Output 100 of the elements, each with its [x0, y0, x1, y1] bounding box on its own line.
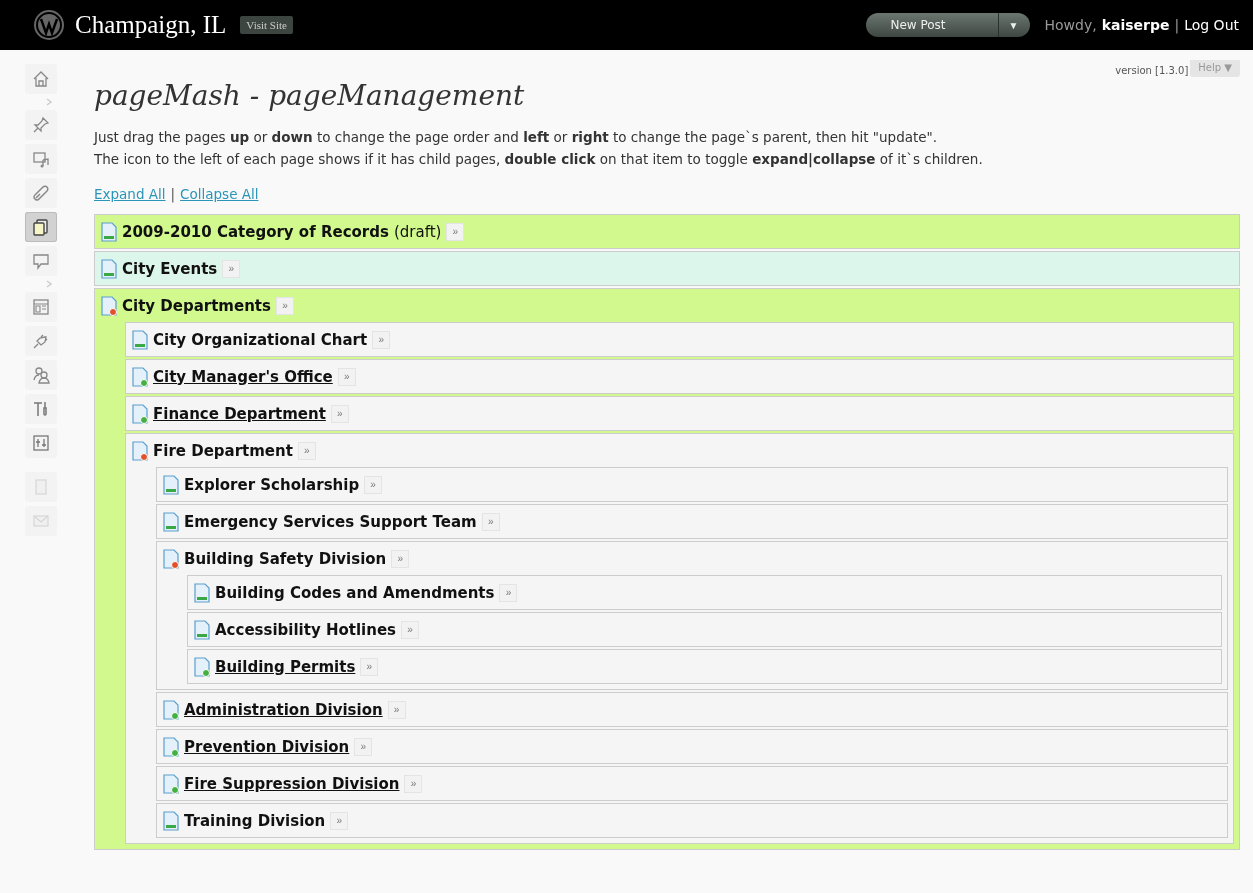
page-icon [193, 582, 211, 603]
page-row[interactable]: City Organizational Chart » [125, 322, 1234, 357]
page-with-plus-icon [162, 773, 180, 794]
page-with-plus-icon [131, 366, 149, 387]
page-title: Explorer Scholarship [184, 475, 360, 494]
more-button[interactable]: » [387, 700, 406, 719]
page-icon [100, 221, 118, 242]
more-button[interactable]: » [330, 811, 349, 830]
more-button[interactable]: » [372, 330, 391, 349]
page-title: Prevention Division [184, 737, 350, 756]
page-row[interactable]: Building Codes and Amendments » [187, 575, 1222, 610]
page-title: Accessibility Hotlines [215, 620, 396, 639]
layout-icon [31, 297, 51, 317]
page-title: Building Codes and Amendments [215, 583, 495, 602]
more-button[interactable]: » [404, 774, 423, 793]
page-row[interactable]: 2009-2010 Category of Records (draft) » [94, 214, 1240, 249]
separator: | [170, 186, 176, 202]
page-with-minus-icon [131, 440, 149, 461]
more-button[interactable]: » [222, 259, 241, 278]
dropdown-button[interactable]: ▼ [997, 13, 1031, 37]
page-with-plus-icon [193, 656, 211, 677]
page-row[interactable]: Fire Suppression Division » [156, 766, 1228, 801]
collapse-all-link[interactable]: Collapse All [180, 186, 259, 202]
page-row[interactable]: Finance Department » [125, 396, 1234, 431]
pages-icon [31, 217, 51, 237]
page-row[interactable]: Emergency Services Support Team » [156, 504, 1228, 539]
page-icon [162, 810, 180, 831]
sidebar-item[interactable] [25, 394, 57, 424]
sidebar-item[interactable] [25, 178, 57, 208]
sidebar-item[interactable] [25, 64, 57, 94]
page-title: 2009-2010 Category of Records [122, 222, 389, 241]
page-title: City Departments [122, 296, 271, 315]
page-status: (draft) [393, 222, 442, 241]
sidebar-item[interactable] [25, 326, 57, 356]
more-button[interactable]: » [391, 549, 410, 568]
page-row[interactable]: Building Permits » [187, 649, 1222, 684]
page-row[interactable] [94, 288, 1240, 850]
log-out-link[interactable]: Log Out [1184, 17, 1239, 33]
version-label: version [1.3.0] [1115, 64, 1189, 76]
page-with-plus-icon [131, 403, 149, 424]
more-button[interactable]: » [499, 583, 518, 602]
more-button[interactable]: » [364, 475, 383, 494]
page-title: Administration Division [184, 700, 383, 719]
greeting: Howdy, [1044, 17, 1097, 33]
sidebar-item[interactable] [25, 360, 57, 390]
page-title: City Organizational Chart [153, 330, 368, 349]
new-post-button[interactable]: New Post [866, 13, 998, 37]
page-with-plus-icon [162, 699, 180, 720]
page-icon [162, 474, 180, 495]
more-button[interactable]: » [330, 404, 349, 423]
separator: | [1174, 17, 1180, 33]
more-button[interactable]: » [401, 620, 419, 639]
page-row[interactable]: City Events » [94, 251, 1240, 286]
home-icon [31, 69, 51, 89]
visit-site-button[interactable]: Visit Site [240, 16, 293, 34]
instruction-text: The icon to the left of each page shows if it has child pages, double click on that item to toggle expand|collapse of it`s children. [94, 150, 984, 170]
more-button[interactable]: » [275, 296, 294, 315]
more-button[interactable]: » [337, 367, 356, 386]
page-title: Fire Suppression Division [184, 774, 400, 793]
page-title: City Events [122, 259, 218, 278]
page-row[interactable]: Training Division » [156, 803, 1228, 838]
page-row[interactable]: Prevention Division » [156, 729, 1228, 764]
page-row[interactable]: Accessibility Hotlines » [187, 612, 1222, 647]
page-title: Training Division [184, 811, 326, 830]
logo-icon[interactable] [33, 9, 65, 41]
expand-all-link[interactable]: Expand All [94, 186, 166, 202]
instruction-text: Just drag the pages up or down to change the page order and left or right to change the page`s parent, then hit "update". [94, 128, 939, 147]
more-button[interactable]: » [446, 222, 465, 241]
username-link[interactable]: kaiserpe [1101, 17, 1170, 33]
more-button[interactable]: » [481, 512, 500, 531]
page-title: Emergency Services Support Team [184, 512, 477, 531]
new-post-split-button[interactable]: New Post ▼ [866, 13, 1031, 37]
page-row[interactable]: City Manager's Office » [125, 359, 1234, 394]
page-title: City Manager's Office [153, 367, 333, 386]
page-row[interactable]: Administration Division » [156, 692, 1228, 727]
page-row[interactable]: Explorer Scholarship » [156, 467, 1228, 502]
sidebar-item[interactable] [25, 428, 57, 458]
sidebar-item[interactable] [25, 110, 57, 140]
page-row[interactable]: Building Safety Division » Building Codes and Amendments » Accessibility Hotlines » Building Permits » [156, 541, 1228, 690]
site-title: Champaign, IL [75, 11, 227, 39]
page-icon [100, 258, 118, 279]
speech-bubble-icon [31, 251, 51, 271]
page-with-plus-icon [162, 736, 180, 757]
page-title: Fire Department [153, 441, 293, 460]
sidebar-item[interactable] [25, 144, 57, 174]
page-title: Building Permits [215, 657, 356, 676]
page-row[interactable] [125, 433, 1234, 844]
media-icon [31, 149, 51, 169]
settings-icon [31, 433, 51, 453]
more-button[interactable]: » [360, 657, 379, 676]
more-button[interactable]: » [354, 737, 373, 756]
page-with-minus-icon [100, 295, 118, 316]
more-button[interactable]: » [297, 441, 316, 460]
sidebar-item[interactable] [25, 212, 57, 242]
sidebar-item[interactable] [25, 246, 57, 276]
page-title: Building Safety Division [184, 549, 387, 568]
link-icon [31, 183, 51, 203]
pin-icon [31, 115, 51, 135]
page-heading: pageMash - pageManagement [94, 79, 526, 112]
page-with-minus-icon [162, 548, 180, 569]
